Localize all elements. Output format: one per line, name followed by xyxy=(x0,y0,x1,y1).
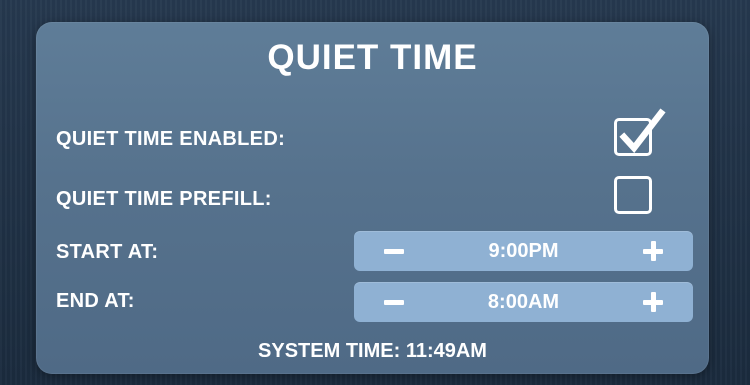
quiet-time-prefill-checkbox[interactable] xyxy=(614,176,652,214)
start-at-label: START AT: xyxy=(56,241,159,263)
screen-background: QUIET TIME QUIET TIME ENABLED: QUIET TIM… xyxy=(0,0,750,385)
end-time-increment-button[interactable] xyxy=(613,282,693,322)
minus-icon xyxy=(384,299,404,305)
start-time-increment-button[interactable] xyxy=(613,231,693,271)
checkmark-icon xyxy=(619,108,666,154)
end-time-decrement-button[interactable] xyxy=(354,282,434,322)
quiet-time-enabled-label: QUIET TIME ENABLED: xyxy=(56,128,286,150)
quiet-time-enabled-checkbox[interactable] xyxy=(614,108,666,156)
end-time-value: 8:00AM xyxy=(487,291,560,313)
end-at-label: END AT: xyxy=(56,290,135,312)
start-time-stepper: 9:00PM xyxy=(354,231,693,271)
end-time-stepper: 8:00AM xyxy=(354,282,693,322)
minus-icon xyxy=(384,248,404,254)
system-time-readout: SYSTEM TIME: 11:49AM xyxy=(258,340,487,362)
quiet-time-panel: QUIET TIME QUIET TIME ENABLED: QUIET TIM… xyxy=(36,22,709,374)
quiet-time-prefill-label: QUIET TIME PREFILL: xyxy=(56,188,272,210)
start-time-value: 9:00PM xyxy=(488,240,559,262)
page-title: QUIET TIME xyxy=(267,38,478,77)
start-time-decrement-button[interactable] xyxy=(354,231,434,271)
